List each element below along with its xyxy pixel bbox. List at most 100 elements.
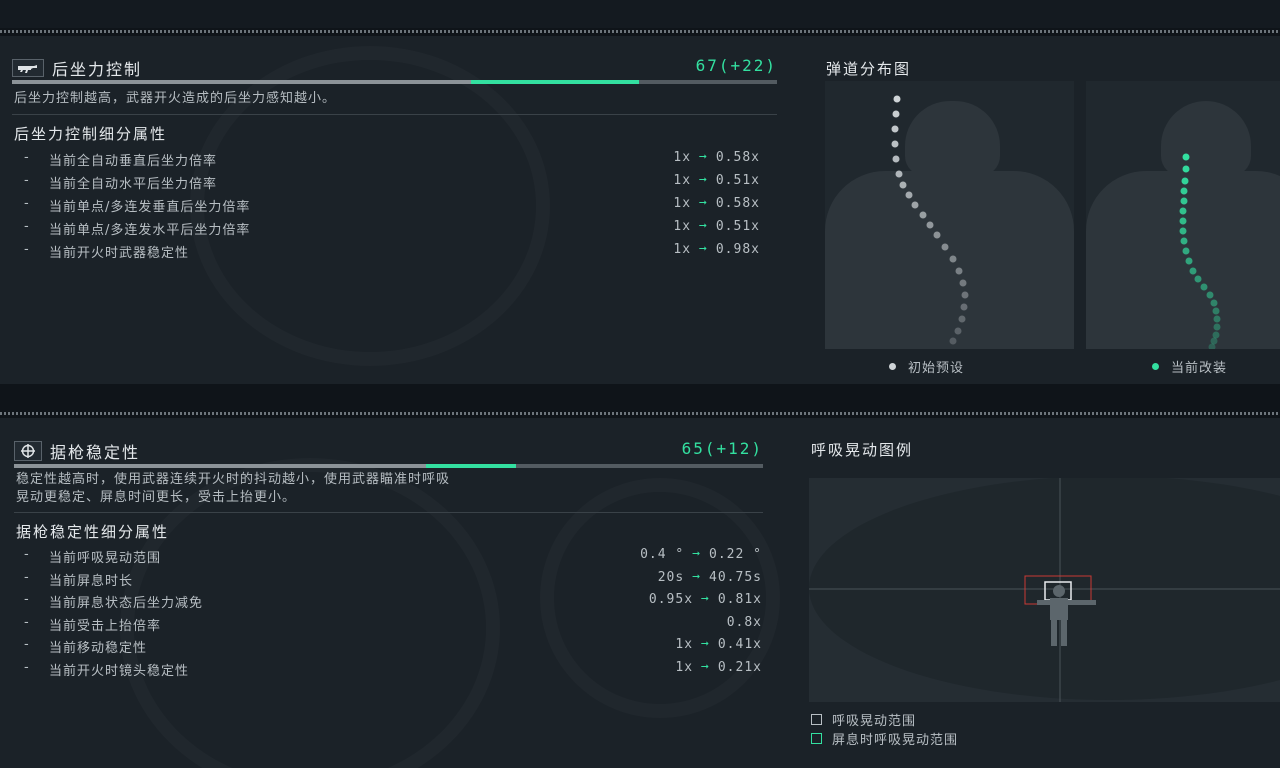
recoil-subtitle: 后坐力控制细分属性 [14,125,168,143]
trajectory-dot [1179,217,1187,225]
value-from: 20s [657,569,685,585]
attribute-values: 1x ➞ 0.58x [673,196,760,211]
row-dash: - [24,150,30,165]
scope-reticle [809,478,1280,702]
attribute-values: 1x ➞ 0.51x [673,173,760,188]
recoil-title: 后坐力控制 [52,60,143,79]
row-dash: - [24,569,30,585]
trajectory-dot [949,337,957,345]
arrow-right-icon: ➞ [701,660,710,675]
trajectory-dot [899,181,907,189]
recoil-bonus-fill [471,80,640,84]
attribute-label: 当前单点/多连发水平后坐力倍率 [49,223,251,238]
attribute-values: 20s ➞ 40.75s [658,570,762,585]
stability-description-line: 稳定性越高时，使用武器连续开火时的抖动越小，使用武器瞄准时呼吸 [16,472,451,487]
attribute-values: 1x ➞ 0.51x [673,219,760,234]
sway-title: 呼吸晃动图例 [811,441,914,459]
trajectory-dot [1194,275,1202,283]
value-to: 0.22 ° [709,547,762,562]
divider [14,512,763,513]
legend-dot-current [1152,363,1159,370]
value-to: 0.51x [715,173,760,188]
trajectory-dot [941,243,949,251]
trajectory-dot [955,267,963,275]
value-from: 1x [673,219,692,234]
trajectory-dot [1212,331,1220,339]
row-dash: - [24,219,30,234]
arrow-right-icon: ➞ [699,173,708,188]
arrow-right-icon: ➞ [692,547,702,562]
trajectory-dot [919,211,927,219]
recoil-score: 67(+22) [695,56,777,75]
attribute-row: - 当前开火时武器稳定性 1x ➞ 0.98x [24,239,760,261]
divider-dotted [0,30,1280,33]
trajectory-dot [893,95,901,103]
trajectory-dot [905,191,913,199]
trajectory-dot [949,255,957,263]
attribute-row: - 当前屏息状态后坐力减免 0.95x ➞ 0.81x [24,589,762,611]
attribute-values: 0.95x ➞ 0.81x [649,592,762,607]
trajectory-dot [1182,165,1190,173]
attribute-label: 当前移动稳定性 [49,641,148,657]
trajectory-dot [1212,307,1220,315]
divider-dotted [0,412,1280,415]
legend-current-label: 当前改装 [1171,361,1228,376]
row-dash: - [24,547,30,562]
trajectory-title: 弹道分布图 [826,60,912,78]
attribute-label: 当前单点/多连发垂直后坐力倍率 [49,200,251,215]
stability-description: 稳定性越高时，使用武器连续开火时的抖动越小，使用武器瞄准时呼吸 晃动更稳定、屏息… [16,471,450,507]
legend-default-label: 初始预设 [908,361,965,376]
arrow-right-icon: ➞ [699,196,708,211]
trajectory-dot [1180,187,1188,195]
value-from: 1x [673,196,692,211]
value-from: 1x [673,173,692,188]
arrow-right-icon: ➞ [699,150,708,165]
row-dash: - [24,614,30,630]
attribute-values: 1x ➞ 0.41x [675,637,762,652]
trajectory-dot [1180,197,1188,205]
attribute-row: - 当前全自动垂直后坐力倍率 1x ➞ 0.58x [24,147,760,169]
arrow-right-icon: ➞ [692,569,702,585]
attribute-row: - 当前全自动水平后坐力倍率 1x ➞ 0.51x [24,170,760,192]
legend-default: 初始预设 [889,357,964,376]
attribute-row: - 当前单点/多连发水平后坐力倍率 1x ➞ 0.51x [24,216,760,238]
trajectory-dot [891,125,899,133]
stability-subtitle: 据枪稳定性细分属性 [16,523,170,541]
stability-base-fill [14,464,426,468]
attribute-label: 当前开火时武器稳定性 [49,246,190,261]
trajectory-dot [891,140,899,148]
trajectory-default-dots [891,95,969,345]
trajectory-dot [933,231,941,239]
stability-level-bar [14,464,763,468]
arrow-right-icon: ➞ [701,637,710,653]
trajectory-dot [892,110,900,118]
legend-box-hold [811,733,822,744]
attribute-label: 当前屏息状态后坐力减免 [49,596,204,612]
value-to: 0.98x [715,242,760,257]
trajectory-dot [1181,177,1189,185]
value-from: 0.95x [648,592,694,608]
trajectory-dot [1179,227,1187,235]
trajectory-dot [926,221,934,229]
stability-header: 据枪稳定性 [14,439,140,463]
value-to: 0.8x [726,614,762,630]
value-to: 0.21x [717,660,762,675]
value-from: 1x [675,637,694,653]
attribute-values: 0.8x [727,615,762,630]
attribute-row: - 当前受击上抬倍率 0.8x [24,612,762,634]
attribute-label: 当前呼吸晃动范围 [49,551,162,566]
attribute-label: 当前全自动水平后坐力倍率 [49,177,218,192]
value-from: 1x [673,242,692,257]
value-to: 0.81x [717,592,762,608]
trajectory-dot [895,170,903,178]
top-strip [0,0,1280,28]
trajectory-dot [1180,237,1188,245]
stability-title: 据枪稳定性 [50,443,141,462]
trajectory-dot [954,327,962,335]
recoil-description: 后坐力控制越高，武器开火造成的后坐力感知越小。 [14,91,337,106]
value-to: 0.58x [715,196,760,211]
trajectory-current-panel [1086,81,1280,349]
stability-bonus-fill [425,464,516,468]
row-dash: - [24,242,30,257]
value-to: 0.41x [717,637,762,653]
